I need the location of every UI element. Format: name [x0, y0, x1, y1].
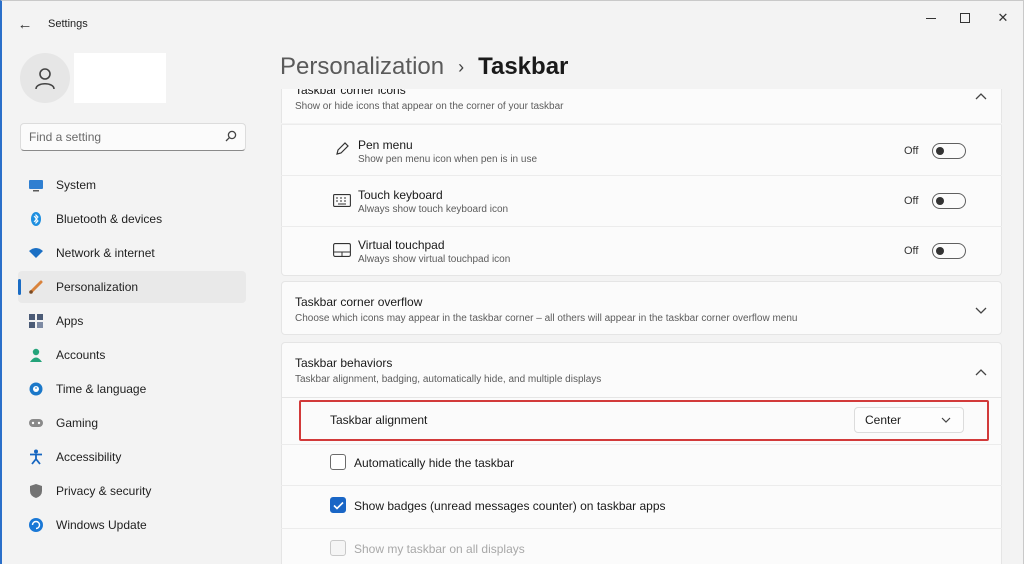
corner-overflow-panel[interactable]: Taskbar corner overflow Choose which ico… [281, 281, 1002, 335]
corner-overflow-title: Taskbar corner overflow [295, 295, 423, 309]
row-title: Virtual touchpad [358, 238, 445, 252]
taskbar-behaviors-title: Taskbar behaviors [295, 356, 393, 370]
search-icon [225, 130, 237, 145]
person-icon [28, 347, 44, 363]
divider [281, 485, 1002, 486]
sidebar-item-label: Apps [56, 314, 84, 328]
list-item-virtual-touchpad: Virtual touchpad Always show virtual tou… [281, 227, 1002, 276]
corner-overflow-subtitle: Choose which icons may appear in the tas… [295, 313, 798, 324]
page-title: Taskbar [478, 53, 569, 80]
accessibility-icon [28, 449, 44, 465]
sidebar-nav: System Bluetooth & devices Network & int… [18, 169, 246, 543]
gamepad-icon [28, 415, 44, 431]
sidebar-item-system[interactable]: System [18, 169, 246, 201]
app-title: Settings [48, 18, 88, 30]
avatar[interactable] [20, 53, 70, 103]
list-item-pen-menu: Pen menu Show pen menu icon when pen is … [281, 125, 1002, 175]
chevron-down-icon[interactable] [975, 304, 987, 318]
title-bar: ← Settings ✕ [2, 1, 1023, 45]
breadcrumb-parent[interactable]: Personalization [280, 53, 444, 81]
breadcrumb: Personalization › Taskbar [280, 53, 568, 81]
minimize-icon [926, 17, 936, 19]
taskbar-behaviors-header[interactable]: Taskbar behaviors Taskbar alignment, bad… [281, 342, 1002, 398]
sidebar-item-label: Windows Update [56, 518, 147, 532]
sidebar-item-label: Bluetooth & devices [56, 212, 163, 226]
taskbar-behaviors-subtitle: Taskbar alignment, badging, automaticall… [295, 374, 602, 385]
shield-icon [28, 483, 44, 499]
sidebar-item-windows-update[interactable]: Windows Update [18, 509, 246, 541]
checkmark-icon [332, 501, 344, 510]
toggle-knob [936, 197, 944, 205]
row-subtitle: Always show virtual touchpad icon [358, 254, 511, 265]
show-on-all-displays-label: Show my taskbar on all displays [354, 542, 525, 556]
back-arrow-icon[interactable]: ← [14, 13, 36, 35]
row-title: Touch keyboard [358, 188, 443, 202]
sidebar-item-accounts[interactable]: Accounts [18, 339, 246, 371]
update-icon [28, 517, 44, 533]
chevron-up-icon[interactable] [975, 365, 987, 379]
corner-icons-title: Taskbar corner icons [295, 89, 406, 97]
toggle-state-label: Off [904, 245, 919, 257]
divider [281, 444, 1002, 445]
toggle-state-label: Off [904, 145, 919, 157]
sidebar-item-time-language[interactable]: Time & language [18, 373, 246, 405]
toggle-knob [936, 247, 944, 255]
touch-keyboard-toggle[interactable] [932, 193, 966, 209]
chevron-up-icon[interactable] [975, 89, 987, 103]
toggle-knob [936, 147, 944, 155]
close-button[interactable]: ✕ [988, 7, 1018, 29]
sidebar-item-label: Network & internet [56, 246, 155, 260]
pen-icon [332, 139, 352, 159]
touchpad-icon [332, 240, 352, 260]
show-on-all-displays-checkbox[interactable] [330, 540, 346, 556]
minimize-button[interactable] [916, 7, 946, 29]
sidebar-item-privacy[interactable]: Privacy & security [18, 475, 246, 507]
sidebar-item-network[interactable]: Network & internet [18, 237, 246, 269]
brush-icon [28, 279, 44, 295]
sidebar-item-label: Personalization [56, 280, 139, 294]
sidebar-item-gaming[interactable]: Gaming [18, 407, 246, 439]
auto-hide-checkbox[interactable] [330, 454, 346, 470]
sidebar-item-label: Privacy & security [56, 484, 152, 498]
sidebar-item-label: Gaming [56, 416, 99, 430]
sidebar-item-label: Accessibility [56, 450, 122, 464]
apps-icon [28, 313, 44, 329]
toggle-state-label: Off [904, 195, 919, 207]
sidebar-item-bluetooth[interactable]: Bluetooth & devices [18, 203, 246, 235]
user-name-redacted [74, 53, 166, 103]
chevron-right-icon: › [458, 56, 465, 77]
sidebar-item-label: Accounts [56, 348, 106, 362]
row-subtitle: Always show touch keyboard icon [358, 204, 509, 215]
highlight-box [299, 400, 989, 441]
show-badges-checkbox[interactable] [330, 497, 346, 513]
maximize-icon [960, 13, 970, 23]
wifi-icon [28, 245, 44, 261]
virtual-touchpad-toggle[interactable] [932, 243, 966, 259]
divider [281, 528, 1002, 529]
sidebar-item-personalization[interactable]: Personalization [18, 271, 246, 303]
corner-icons-subtitle: Show or hide icons that appear on the co… [295, 101, 564, 112]
sidebar-item-label: System [56, 178, 97, 192]
sidebar-item-label: Time & language [56, 382, 147, 396]
auto-hide-label: Automatically hide the taskbar [354, 456, 515, 470]
list-item-touch-keyboard: Touch keyboard Always show touch keyboar… [281, 176, 1002, 226]
monitor-icon [28, 177, 44, 193]
keyboard-icon [332, 190, 352, 210]
search-placeholder: Find a setting [29, 130, 102, 144]
sidebar-item-apps[interactable]: Apps [18, 305, 246, 337]
search-input[interactable]: Find a setting [20, 123, 246, 151]
settings-window: ← Settings ✕ Find a setting System Bluet… [0, 0, 1024, 564]
corner-icons-header[interactable]: Taskbar corner icons Show or hide icons … [281, 89, 1002, 123]
maximize-button[interactable] [950, 7, 980, 29]
bluetooth-icon [28, 211, 44, 227]
row-title: Pen menu [358, 138, 413, 152]
globe-clock-icon [28, 381, 44, 397]
person-icon [35, 68, 55, 90]
pen-menu-toggle[interactable] [932, 143, 966, 159]
row-subtitle: Show pen menu icon when pen is in use [358, 154, 538, 165]
show-badges-label: Show badges (unread messages counter) on… [354, 499, 666, 513]
sidebar-item-accessibility[interactable]: Accessibility [18, 441, 246, 473]
